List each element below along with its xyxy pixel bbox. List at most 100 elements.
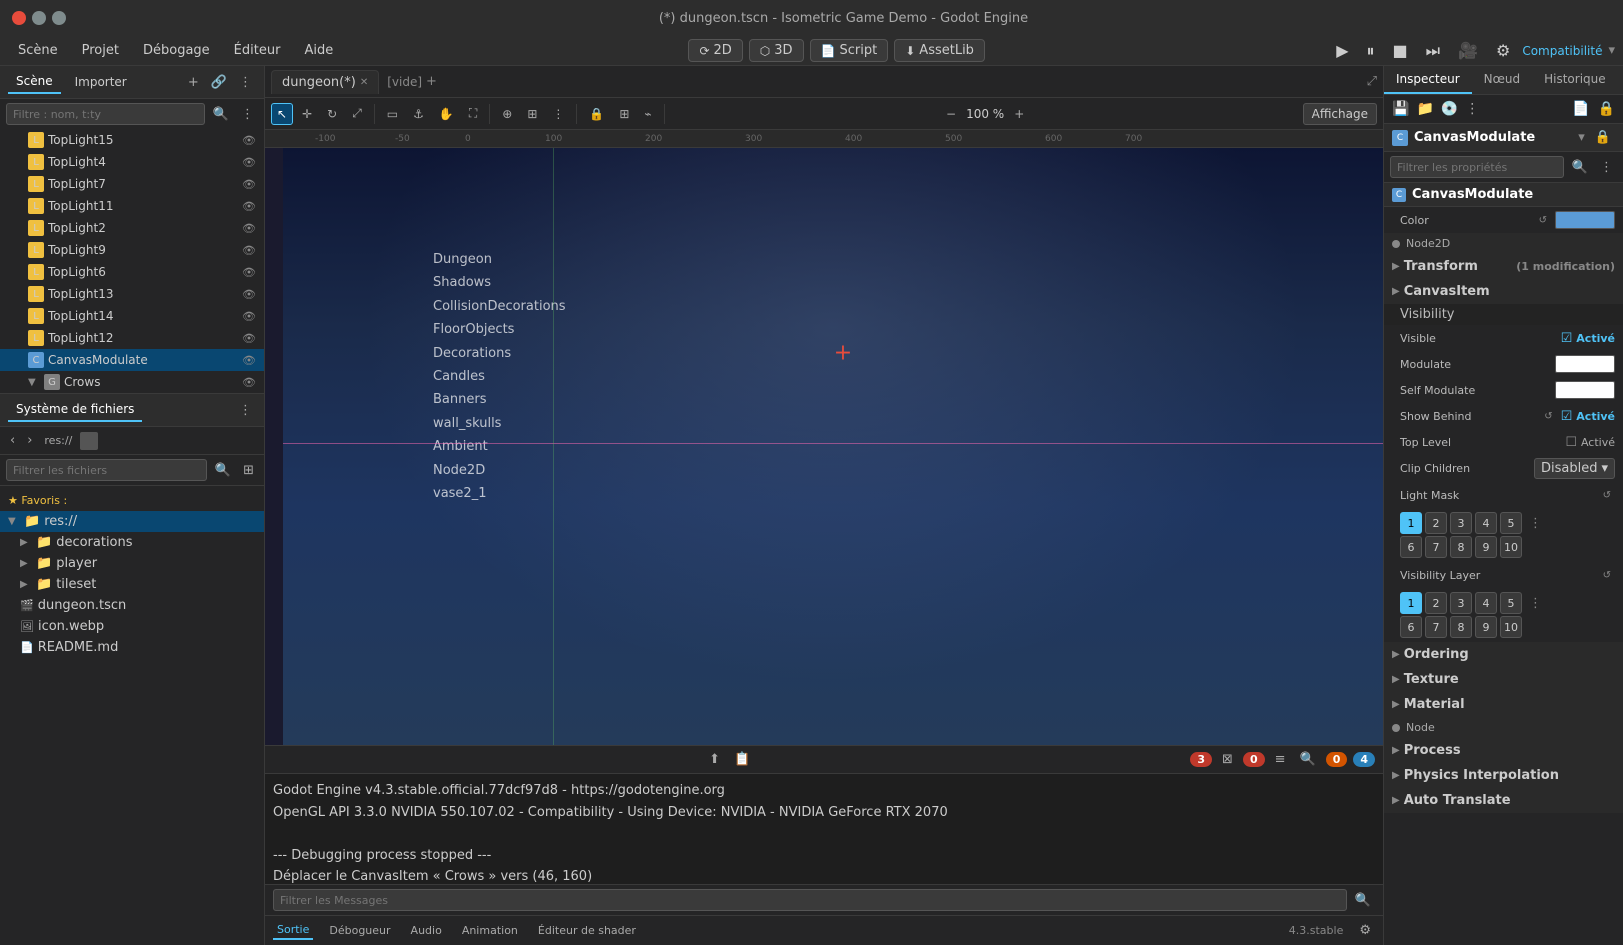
vis-layer-btn-3[interactable]: 3 <box>1450 592 1472 614</box>
scene-options-button[interactable]: ⋮ <box>237 105 258 124</box>
fs-filter-button[interactable]: ⊞ <box>239 461 258 480</box>
inspector-disk-icon[interactable]: 💿 <box>1439 99 1460 119</box>
tool-more[interactable]: ⋮ <box>546 103 570 125</box>
console-search-icon[interactable]: 🔍 <box>1296 750 1320 769</box>
fs-item-dungeon[interactable]: 🎬 dungeon.tscn <box>0 595 264 616</box>
scene-search-input[interactable] <box>6 103 205 125</box>
section-process[interactable]: ▶ Process <box>1384 738 1623 763</box>
inspector-prop-options[interactable]: ⋮ <box>1596 158 1617 177</box>
tool-rect[interactable]: ▭ <box>381 103 404 125</box>
fs-item-icon[interactable]: 🖼 icon.webp <box>0 616 264 637</box>
tree-item-crows[interactable]: ▼ G Crows 👁 <box>0 371 264 393</box>
menu-project[interactable]: Projet <box>72 39 129 62</box>
visibility-icon[interactable]: 👁 <box>242 134 256 147</box>
section-auto-translate[interactable]: ▶ Auto Translate <box>1384 788 1623 813</box>
fs-item-readme[interactable]: 📄 README.md <box>0 637 264 658</box>
vis-layer-btn-7[interactable]: 7 <box>1425 616 1447 638</box>
zoom-out-button[interactable]: − <box>940 103 962 125</box>
btn-script[interactable]: 📄 Script <box>810 39 889 62</box>
mask-btn-2[interactable]: 2 <box>1425 512 1447 534</box>
tree-item-toplight14[interactable]: L TopLight14 👁 <box>0 305 264 327</box>
modulate-color-swatch[interactable] <box>1555 355 1615 373</box>
zoom-in-button[interactable]: + <box>1008 103 1030 125</box>
mask-btn-3[interactable]: 3 <box>1450 512 1472 534</box>
tab-dungeon[interactable]: dungeon(*) ✕ <box>271 70 379 94</box>
inspector-save-icon[interactable]: 💾 <box>1390 99 1411 119</box>
scene-add-button[interactable]: + <box>184 73 203 92</box>
tree-item-toplight13[interactable]: L TopLight13 👁 <box>0 283 264 305</box>
vis-layer-btn-6[interactable]: 6 <box>1400 616 1422 638</box>
affichage-button[interactable]: Affichage <box>1303 103 1377 125</box>
tree-item-toplight2[interactable]: L TopLight2 👁 <box>0 217 264 239</box>
tab-history[interactable]: Historique <box>1532 66 1618 94</box>
compat-dropdown[interactable]: ▾ <box>1608 43 1615 58</box>
tool-bone[interactable]: ⌁ <box>638 103 657 125</box>
visibility-icon11[interactable]: 👁 <box>242 354 256 367</box>
section-ordering[interactable]: ▶ Ordering <box>1384 642 1623 667</box>
vis-layer-btn-4[interactable]: 4 <box>1475 592 1497 614</box>
play-button[interactable]: ▶ <box>1330 39 1354 62</box>
section-material[interactable]: ▶ Material <box>1384 692 1623 717</box>
vis-layer-btn-5[interactable]: 5 <box>1500 592 1522 614</box>
visibility-icon7[interactable]: 👁 <box>242 266 256 279</box>
mask-btn-8[interactable]: 8 <box>1450 536 1472 558</box>
light-mask-reset-btn[interactable]: ↺ <box>1599 488 1615 503</box>
mask-btn-10[interactable]: 10 <box>1500 536 1522 558</box>
fs-item-decorations[interactable]: ▶ 📁 decorations <box>0 532 264 553</box>
top-level-checkbox[interactable]: ☐ <box>1565 435 1577 450</box>
tool-zoom-out[interactable]: ⛶ <box>463 102 483 125</box>
show-behind-checkbox[interactable]: ☑ <box>1561 409 1573 424</box>
visibility-icon4[interactable]: 👁 <box>242 200 256 213</box>
inspector-more-icon[interactable]: ⋮ <box>1463 99 1481 119</box>
tool-hand[interactable]: ✋ <box>433 103 460 125</box>
mask-btn-4[interactable]: 4 <box>1475 512 1497 534</box>
prop-color-reset[interactable]: ↺ <box>1535 213 1551 228</box>
menu-editor[interactable]: Éditeur <box>224 39 291 62</box>
mask-btn-5[interactable]: 5 <box>1500 512 1522 534</box>
vis-layer-btn-8[interactable]: 8 <box>1450 616 1472 638</box>
inspector-lock-icon[interactable]: 🔒 <box>1596 99 1617 119</box>
tool-grid[interactable]: ⊞ <box>521 103 543 125</box>
tab-node[interactable]: Nœud <box>1472 66 1532 94</box>
tool-lock[interactable]: 🔒 <box>583 103 610 125</box>
tab-empty[interactable]: [vide] <box>387 75 422 89</box>
expand-arrow-tileset[interactable]: ▶ <box>20 579 32 590</box>
menu-debug[interactable]: Débogage <box>133 39 220 62</box>
vis-layer-btn-9[interactable]: 9 <box>1475 616 1497 638</box>
tool-scale[interactable]: ⤢ <box>346 102 368 125</box>
section-canvasitem[interactable]: ▶ CanvasItem <box>1384 279 1623 304</box>
close-tab-dungeon[interactable]: ✕ <box>360 77 368 88</box>
fs-path-icon[interactable] <box>80 432 98 450</box>
inspector-folder-icon[interactable]: 📁 <box>1414 99 1435 119</box>
scene-link-button[interactable]: 🔗 <box>207 73 231 92</box>
visibility-icon6[interactable]: 👁 <box>242 244 256 257</box>
vis-layer-btn-1[interactable]: 1 <box>1400 592 1422 614</box>
tool-anchor[interactable]: ⚓ <box>407 103 430 125</box>
compat-button[interactable]: Compatibilité <box>1522 44 1602 58</box>
menu-scene[interactable]: Scène <box>8 39 68 62</box>
tree-item-toplight15[interactable]: L TopLight15 👁 <box>0 129 264 151</box>
expand-arrow-crows[interactable]: ▼ <box>28 377 40 388</box>
tree-item-toplight4[interactable]: L TopLight4 👁 <box>0 151 264 173</box>
tool-group[interactable]: ⊞ <box>613 103 635 125</box>
close-button[interactable] <box>12 11 26 25</box>
tree-item-toplight12[interactable]: L TopLight12 👁 <box>0 327 264 349</box>
mask-btn-1[interactable]: 1 <box>1400 512 1422 534</box>
console-search-btn[interactable]: 🔍 <box>1351 891 1375 910</box>
menu-help[interactable]: Aide <box>294 39 343 62</box>
tree-item-canvas-modulate[interactable]: C CanvasModulate 👁 <box>0 349 264 371</box>
console-upload-icon[interactable]: ⬆ <box>705 750 724 769</box>
tab-inspector[interactable]: Inspecteur <box>1384 66 1472 94</box>
btn-3d[interactable]: ⬡ 3D <box>749 39 804 62</box>
visible-checkbox[interactable]: ☑ <box>1561 331 1573 346</box>
visibility-icon3[interactable]: 👁 <box>242 178 256 191</box>
tab-animation[interactable]: Animation <box>458 922 522 939</box>
scene-menu-button[interactable]: ⋮ <box>235 73 256 92</box>
vis-layer-reset-btn[interactable]: ↺ <box>1599 568 1615 583</box>
btn-assetlib[interactable]: ⬇ AssetLib <box>894 39 985 62</box>
fs-menu-button[interactable]: ⋮ <box>235 401 256 420</box>
node-lock-icon[interactable]: 🔒 <box>1591 128 1615 147</box>
mask-btn-7[interactable]: 7 <box>1425 536 1447 558</box>
tab-shader-editor[interactable]: Éditeur de shader <box>534 922 640 939</box>
mask-btn-9[interactable]: 9 <box>1475 536 1497 558</box>
